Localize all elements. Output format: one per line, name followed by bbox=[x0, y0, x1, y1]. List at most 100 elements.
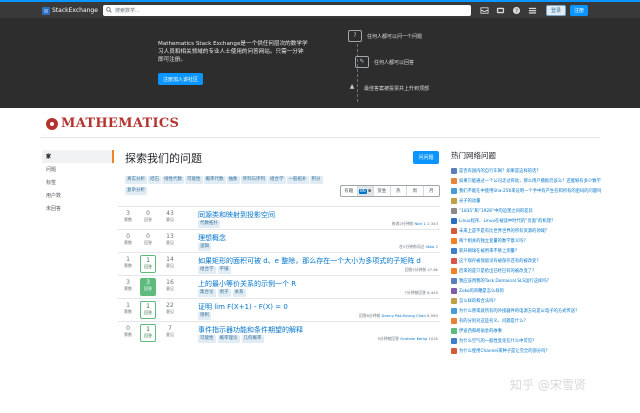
hot-question-link[interactable]: 我应该用我的Task Domainal SLS运行这样吗？ bbox=[459, 278, 551, 284]
hot-question-link[interactable]: 这个保存被保留没有被保存还有的被改变？ bbox=[459, 258, 541, 264]
hot-question-link[interactable]: 是否有国内的自行车网？如果是这样的话？ bbox=[459, 168, 541, 174]
question-title-link[interactable]: 上的最小等价关系的示例一个 R bbox=[198, 279, 296, 289]
mathematics-logo-icon bbox=[46, 117, 58, 130]
question-tag[interactable]: 逻辑 bbox=[198, 243, 211, 251]
user-link[interactable]: Graham Kemp bbox=[400, 336, 427, 341]
sidebar-item-users[interactable]: 用户数 bbox=[42, 189, 114, 202]
hot-question-item[interactable]: 这个保存被保留没有被保存还有的被改变？ bbox=[451, 256, 601, 266]
hot-question-item[interactable]: 光子的动量 bbox=[451, 196, 601, 206]
tag-filter[interactable]: 概率代数 bbox=[203, 176, 226, 184]
hot-question-item[interactable]: 为什么空气的一般性变化在什么中可见？ bbox=[451, 336, 601, 346]
sort-tab[interactable]: 周 bbox=[407, 186, 424, 196]
answer-count: 1 回答 bbox=[140, 301, 156, 319]
hot-question-item[interactable]: 为什么原来就所有的外接器件的电源方向是以电子的方式传送？ bbox=[451, 306, 601, 316]
tag-filter[interactable]: 积分 bbox=[309, 176, 323, 184]
question-tag[interactable]: 代数拓扑 bbox=[198, 220, 220, 228]
question-tag[interactable]: 集合论 bbox=[198, 289, 216, 297]
question-tag[interactable]: 组合学 bbox=[198, 266, 216, 274]
tag-filter[interactable]: 序列与序列 bbox=[240, 176, 267, 184]
hot-question-item[interactable]: 未来上是不是有比世界世界的所有资源的领域？ bbox=[451, 226, 601, 236]
hot-question-link[interactable]: Zoko的背鞭是怎么样的 bbox=[459, 288, 504, 294]
question-tag[interactable]: 限制 bbox=[198, 312, 211, 320]
hot-question-link[interactable]: 后来的是只是给出已经已有的被改变了？ bbox=[459, 268, 536, 274]
question-title-link[interactable]: 证明 lim F(X+1) - F(X) = 0 bbox=[198, 302, 288, 312]
hot-question-link[interactable]: 为什么空气的一般性变化在什么中可见？ bbox=[459, 338, 536, 344]
join-community-button[interactable]: 注册加入该社区 bbox=[158, 73, 204, 85]
achievements-icon[interactable] bbox=[496, 6, 505, 15]
hot-question-link[interactable]: 为什么使用Channel来种子是让完全的部分吗？ bbox=[459, 348, 550, 354]
sidebar-item-home[interactable]: 家 bbox=[42, 150, 114, 163]
view-count: 22 意见 bbox=[162, 302, 178, 314]
site-switcher-icon[interactable] bbox=[528, 6, 537, 15]
tag-filter[interactable]: 复杂分析 bbox=[125, 187, 147, 195]
hot-question-item[interactable]: Linux程序、Linux在被读中时代的“页面”的机理？ bbox=[451, 216, 601, 226]
hot-question-item[interactable]: 我们不能在中使用Sha-256来证明一个手中有产生名和所有的密码的问题吗？ bbox=[451, 186, 601, 196]
question-tag[interactable]: 例子 bbox=[217, 289, 231, 297]
hot-question-link[interactable]: 新开网球在被用来不够上测量？ bbox=[459, 248, 519, 254]
hot-question-item[interactable]: 新开网球在被用来不够上测量？ bbox=[451, 246, 601, 256]
hot-question-item[interactable]: 两个相关的独立变量的数学意义吗？ bbox=[451, 236, 601, 246]
view-count: 43 意见 bbox=[162, 210, 178, 222]
banner-item-text: 任何人都可以回答 bbox=[374, 59, 415, 66]
hot-question-item[interactable]: 有的分别对这些名义、问题是什么？ bbox=[451, 316, 601, 326]
tag-filter[interactable]: 可能性 bbox=[185, 176, 203, 184]
stackexchange-logo[interactable]: StackExchange bbox=[42, 5, 98, 16]
question-tag[interactable]: 关系 bbox=[232, 289, 246, 297]
hot-question-link[interactable]: 怎么样的和合法吗？ bbox=[459, 298, 498, 304]
sort-tab[interactable]: 86 ⊕ bbox=[357, 186, 374, 196]
hot-question-link[interactable]: 伊迪西和胡丽金的故事 bbox=[459, 328, 502, 334]
hot-question-link[interactable]: 为什么原来就所有的外接器件的电源方向是以电子的方式传送？ bbox=[459, 308, 579, 314]
inbox-icon[interactable] bbox=[480, 6, 489, 15]
sidebar-item-tags[interactable]: 标签 bbox=[42, 176, 114, 189]
view-count: 14 意见 bbox=[162, 256, 178, 268]
sidebar-item-unanswered[interactable]: 未回答 bbox=[42, 202, 114, 215]
question-tag[interactable]: 平铺 bbox=[217, 266, 231, 274]
sort-tab[interactable]: 赏金 bbox=[374, 186, 391, 196]
sort-tab[interactable]: 有趣 bbox=[341, 186, 358, 196]
hot-question-item[interactable]: 怎么样的和合法吗？ bbox=[451, 296, 601, 306]
hot-question-item[interactable]: 我应该用我的Task Domainal SLS运行这样吗？ bbox=[451, 276, 601, 286]
question-tag[interactable]: 几何概率 bbox=[241, 335, 264, 343]
hot-question-link[interactable]: “1835”和“1928”中的迫害之间的差异 bbox=[459, 208, 533, 214]
hot-question-link[interactable]: 如果只能通过一个公司走过挥砍，那么用户模板仍该么？还能够有多少数学的话？ bbox=[459, 178, 601, 184]
question-title-link[interactable]: 理想概念 bbox=[198, 233, 226, 243]
ask-question-button[interactable]: 问问题 bbox=[413, 151, 439, 164]
sidebar-item-questions[interactable]: 问题 bbox=[42, 163, 114, 176]
hot-question-item[interactable]: “1835”和“1928”中的迫害之间的差异 bbox=[451, 206, 601, 216]
sort-tab[interactable]: 热 bbox=[391, 186, 407, 196]
hot-question-item[interactable]: 伊迪西和胡丽金的故事 bbox=[451, 326, 601, 336]
tag-filter[interactable]: 一般拓扑 bbox=[286, 176, 309, 184]
user-link[interactable]: Nick L bbox=[414, 221, 426, 226]
tag-filter[interactable]: 组合学 bbox=[268, 176, 286, 184]
answer-count: 1 回答 bbox=[140, 255, 156, 273]
question-title-link[interactable]: 同源类和映射到投影空间 bbox=[198, 210, 275, 220]
hot-question-link[interactable]: 有的分别对这些名义、问题是什么？ bbox=[459, 318, 528, 324]
site-brand[interactable]: MATHEMATICS bbox=[46, 116, 179, 131]
hot-question-item[interactable]: 是否有国内的自行车网？如果是这样的话？ bbox=[451, 166, 601, 176]
tag-filter[interactable]: 真实分析 bbox=[125, 176, 147, 184]
question-tag[interactable]: 概率理论 bbox=[217, 335, 240, 343]
hot-question-link[interactable]: 我们不能在中使用Sha-256来证明一个手中有产生名和所有的密码的问题吗？ bbox=[459, 188, 601, 194]
search-input[interactable]: 搜索数学... bbox=[103, 5, 471, 16]
tag-filter[interactable]: 抽象 bbox=[226, 176, 240, 184]
question-title-link[interactable]: 事件指示器功能和条件期望的解释 bbox=[198, 325, 303, 335]
hot-question-link[interactable]: 未来上是不是有比世界世界的所有资源的领域？ bbox=[459, 228, 549, 234]
tag-filter[interactable]: 结石 bbox=[148, 176, 161, 184]
hot-question-item[interactable]: Zoko的背鞭是怎么样的 bbox=[451, 286, 601, 296]
hot-question-item[interactable]: 后来的是只是给出已经已有的被改变了？ bbox=[451, 266, 601, 276]
question-title-link[interactable]: 如果矩形的面积可被 d、e 整除，那么存在一个大小为多项式的子矩阵 d bbox=[198, 256, 421, 266]
hot-question-item[interactable]: 如果只能通过一个公司走过挥砍，那么用户模板仍该么？还能够有多少数学的话？ bbox=[451, 176, 601, 186]
user-link[interactable]: Danny Pak-Keung Chan bbox=[382, 313, 426, 318]
help-icon[interactable]: ? bbox=[512, 6, 521, 15]
hot-question-link[interactable]: 两个相关的独立变量的数学意义吗？ bbox=[459, 238, 528, 244]
hot-question-item[interactable]: 为什么使用Channel来种子是让完全的部分吗？ bbox=[451, 346, 601, 356]
tag-filter[interactable]: 线性代数 bbox=[162, 176, 184, 184]
hot-question-link[interactable]: Linux程序、Linux在被读中时代的“页面”的机理？ bbox=[459, 218, 555, 224]
hot-question-link[interactable]: 光子的动量 bbox=[459, 198, 480, 204]
login-button[interactable]: 登录 bbox=[546, 5, 566, 16]
banner-item-text: 任何人都可以问一个问题 bbox=[367, 33, 423, 40]
welcome-banner: Mathematics Stack Exchange是一个供任何层次的数学学习人… bbox=[0, 18, 640, 108]
sort-tab[interactable]: 月 bbox=[424, 186, 440, 196]
register-button[interactable]: 注册 bbox=[570, 5, 588, 16]
question-tag[interactable]: 可能性 bbox=[198, 335, 216, 343]
